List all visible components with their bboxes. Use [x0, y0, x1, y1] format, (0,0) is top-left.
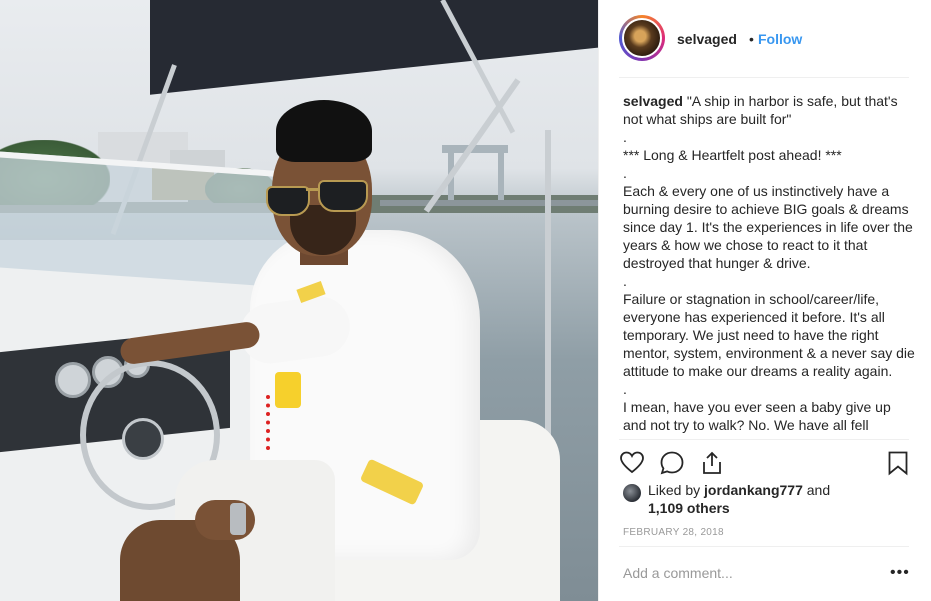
comment-divider — [619, 546, 909, 547]
bookmark-icon[interactable] — [885, 450, 911, 476]
person-hand — [195, 500, 255, 540]
caption-line: . — [623, 165, 627, 181]
post-date[interactable]: FEBRUARY 28, 2018 — [623, 527, 724, 538]
caption-line: . — [623, 381, 627, 397]
post-photo[interactable] — [0, 0, 598, 601]
person-hair — [276, 100, 372, 162]
comment-input[interactable]: Add a comment... — [623, 565, 733, 581]
pier — [380, 200, 598, 206]
likes-conjunction: and — [806, 482, 831, 498]
follow-button[interactable]: Follow — [758, 31, 802, 47]
story-ring[interactable] — [619, 15, 665, 61]
liker-avatar[interactable] — [623, 484, 641, 502]
gauge — [55, 362, 91, 398]
caption: selvaged "A ship in harbor is safe, but … — [623, 92, 915, 440]
liker-username-link[interactable]: jordankang777 — [704, 482, 803, 498]
caption-divider — [619, 439, 909, 440]
speech-bubble-icon[interactable] — [659, 450, 685, 476]
heart-icon[interactable] — [619, 450, 645, 476]
sunglasses — [266, 178, 376, 216]
wristwatch — [230, 503, 246, 535]
steering-hub — [122, 418, 164, 460]
post-sidebar: selvaged • Follow selvaged "A ship in ha… — [598, 0, 931, 601]
caption-username[interactable]: selvaged — [623, 93, 683, 109]
post-header: selvaged • Follow — [599, 0, 931, 78]
caption-line: . — [623, 129, 627, 145]
caption-line: selvaged "A ship in harbor is safe, but … — [623, 92, 915, 128]
caption-line: Each & every one of us instinctively hav… — [623, 183, 913, 271]
separator-dot: • — [749, 31, 754, 47]
red-coil — [266, 395, 280, 450]
action-bar — [619, 447, 911, 477]
username-link[interactable]: selvaged — [677, 31, 737, 47]
header-divider — [619, 77, 909, 78]
likes-count-link[interactable]: 1,109 others — [648, 500, 730, 516]
caption-line: Failure or stagnation in school/career/l… — [623, 291, 915, 379]
caption-line: *** Long & Heartfelt post ahead! *** — [623, 147, 842, 163]
more-options-icon[interactable]: ••• — [890, 564, 910, 582]
boat-canopy — [150, 0, 598, 95]
windshield — [0, 151, 300, 289]
share-icon[interactable] — [699, 450, 725, 476]
port-crane — [498, 150, 504, 202]
caption-line: I mean, have you ever seen a baby give u… — [623, 399, 895, 433]
liked-by-label: Liked by — [648, 482, 701, 498]
post-card: selvaged • Follow selvaged "A ship in ha… — [0, 0, 931, 601]
caption-line: . — [623, 273, 627, 289]
likes-text: Liked by jordankang777 and 1,109 others — [648, 481, 908, 517]
avatar[interactable] — [622, 18, 662, 58]
